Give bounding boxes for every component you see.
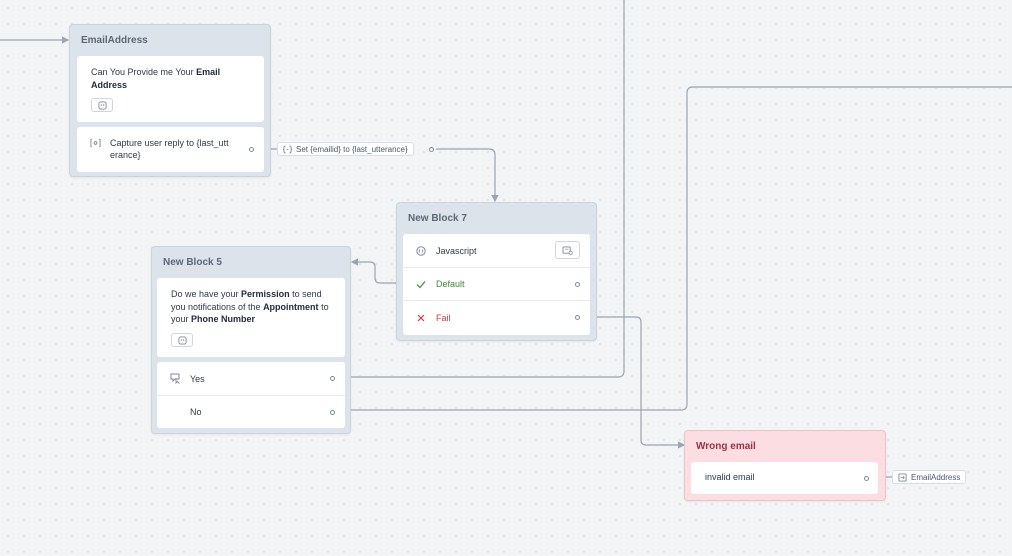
block-title: Wrong email: [696, 441, 756, 452]
message-bold-text: Phone Number: [191, 314, 256, 324]
script-edit-icon: [562, 245, 573, 255]
message-card[interactable]: Do we have your Permission to send you n…: [157, 278, 345, 357]
message-bold-text: Permission: [241, 289, 290, 299]
capture-row[interactable]: Capture user reply to {last_utt erance}: [77, 127, 264, 172]
fail-output-port[interactable]: [575, 315, 580, 320]
message-text: Can You Provide me Your: [91, 67, 197, 77]
braces-icon: [283, 144, 292, 154]
choice-icon: [170, 373, 182, 384]
block-title: EmailAddress: [81, 35, 148, 46]
quick-reply-icon[interactable]: [171, 333, 193, 347]
set-chip-output-port[interactable]: [429, 147, 434, 152]
javascript-row[interactable]: Javascript: [403, 234, 590, 267]
default-path-row[interactable]: Default: [403, 267, 590, 300]
capture-label: Capture user reply to {last_utt erance}: [110, 138, 229, 160]
capture-icon: [90, 138, 101, 148]
wire-default-to-block5: [350, 258, 402, 284]
close-icon: [417, 314, 425, 322]
choice-no-row[interactable]: No: [157, 395, 345, 428]
code-icon: [416, 245, 426, 256]
fail-path-row[interactable]: Fail: [403, 300, 590, 334]
javascript-label: Javascript: [436, 245, 477, 256]
set-variable-chip[interactable]: Set {emailid} to {last_utterance}: [277, 142, 414, 156]
goto-block-chip[interactable]: EmailAddress: [892, 470, 967, 484]
wrong-email-output-port[interactable]: [864, 476, 869, 481]
block-title: New Block 7: [408, 213, 467, 224]
block-7-rows: Javascript Default Fail: [403, 234, 590, 335]
set-variable-label: Set {emailid} to {last_utterance}: [296, 144, 408, 154]
capture-output-port[interactable]: [249, 147, 254, 152]
block-new-block-5[interactable]: New Block 5 Do we have your Permission t…: [151, 246, 351, 434]
wrong-email-message-label: invalid email: [705, 472, 755, 482]
message-card[interactable]: Can You Provide me Your Email Address: [77, 56, 264, 122]
wire-set-to-block7: [436, 148, 499, 203]
block-title: New Block 5: [163, 257, 222, 268]
check-icon: [416, 280, 426, 289]
choice-rows: Yes No: [157, 362, 345, 428]
default-label: Default: [436, 279, 465, 289]
yes-output-port[interactable]: [330, 376, 335, 381]
goto-block-icon: [898, 472, 907, 482]
message-bold-text: Appointment: [263, 301, 319, 312]
block-new-block-7[interactable]: New Block 7 Javascript Default Fail: [396, 202, 597, 341]
no-output-port[interactable]: [330, 410, 335, 415]
quick-reply-icon[interactable]: [91, 98, 113, 112]
message-text: Do we have your: [171, 289, 242, 299]
choice-yes-row[interactable]: Yes: [157, 362, 345, 395]
wrong-email-message-row[interactable]: invalid email: [691, 462, 878, 494]
block-wrong-email[interactable]: Wrong email invalid email: [684, 430, 886, 501]
script-settings-button[interactable]: [555, 241, 580, 259]
default-output-port[interactable]: [575, 282, 580, 287]
fail-label: Fail: [436, 312, 451, 323]
choice-no-label: No: [190, 407, 202, 417]
choice-yes-label: Yes: [190, 373, 205, 384]
block-emailaddress[interactable]: EmailAddress Can You Provide me Your Ema…: [69, 24, 271, 177]
goto-block-label: EmailAddress: [911, 472, 961, 482]
